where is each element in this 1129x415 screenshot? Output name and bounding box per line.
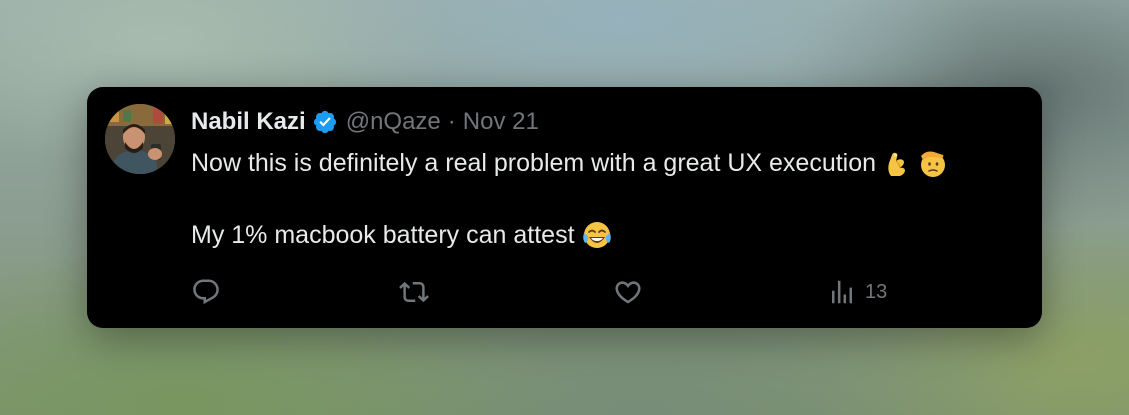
tweet-date[interactable]: Nov 21	[463, 108, 539, 136]
tweet-text-line-1: Now this is definitely a real problem wi…	[191, 145, 948, 181]
saluting-face-emoji	[916, 147, 948, 179]
tweet-card[interactable]: Nabil Kazi @nQaze · Nov 21 Now this is d…	[87, 87, 1042, 328]
verified-badge-icon	[312, 109, 338, 135]
tears-of-joy-emoji	[581, 219, 613, 251]
author-handle[interactable]: @nQaze	[346, 108, 441, 136]
separator-dot: ·	[447, 108, 456, 135]
reply-icon	[191, 277, 221, 307]
retweet-icon	[399, 277, 429, 307]
like-button[interactable]	[613, 277, 643, 307]
author-name[interactable]: Nabil Kazi	[191, 108, 306, 136]
views-chart-icon	[827, 277, 857, 307]
heart-icon	[613, 277, 643, 307]
retweet-button[interactable]	[399, 277, 429, 307]
pinching-hand-emoji	[882, 147, 914, 179]
tweet-header: Nabil Kazi @nQaze · Nov 21	[191, 107, 539, 137]
tweet-text-line-1-content: Now this is definitely a real problem wi…	[191, 148, 877, 177]
tweet-text-line-2-content: My 1% macbook battery can attest	[191, 220, 575, 249]
views-count: 13	[865, 280, 888, 303]
views-button[interactable]: 13	[827, 277, 887, 307]
avatar[interactable]	[105, 104, 175, 174]
tweet-text-line-2: My 1% macbook battery can attest	[191, 217, 613, 253]
reply-button[interactable]	[191, 277, 221, 307]
avatar-photo	[105, 104, 175, 174]
